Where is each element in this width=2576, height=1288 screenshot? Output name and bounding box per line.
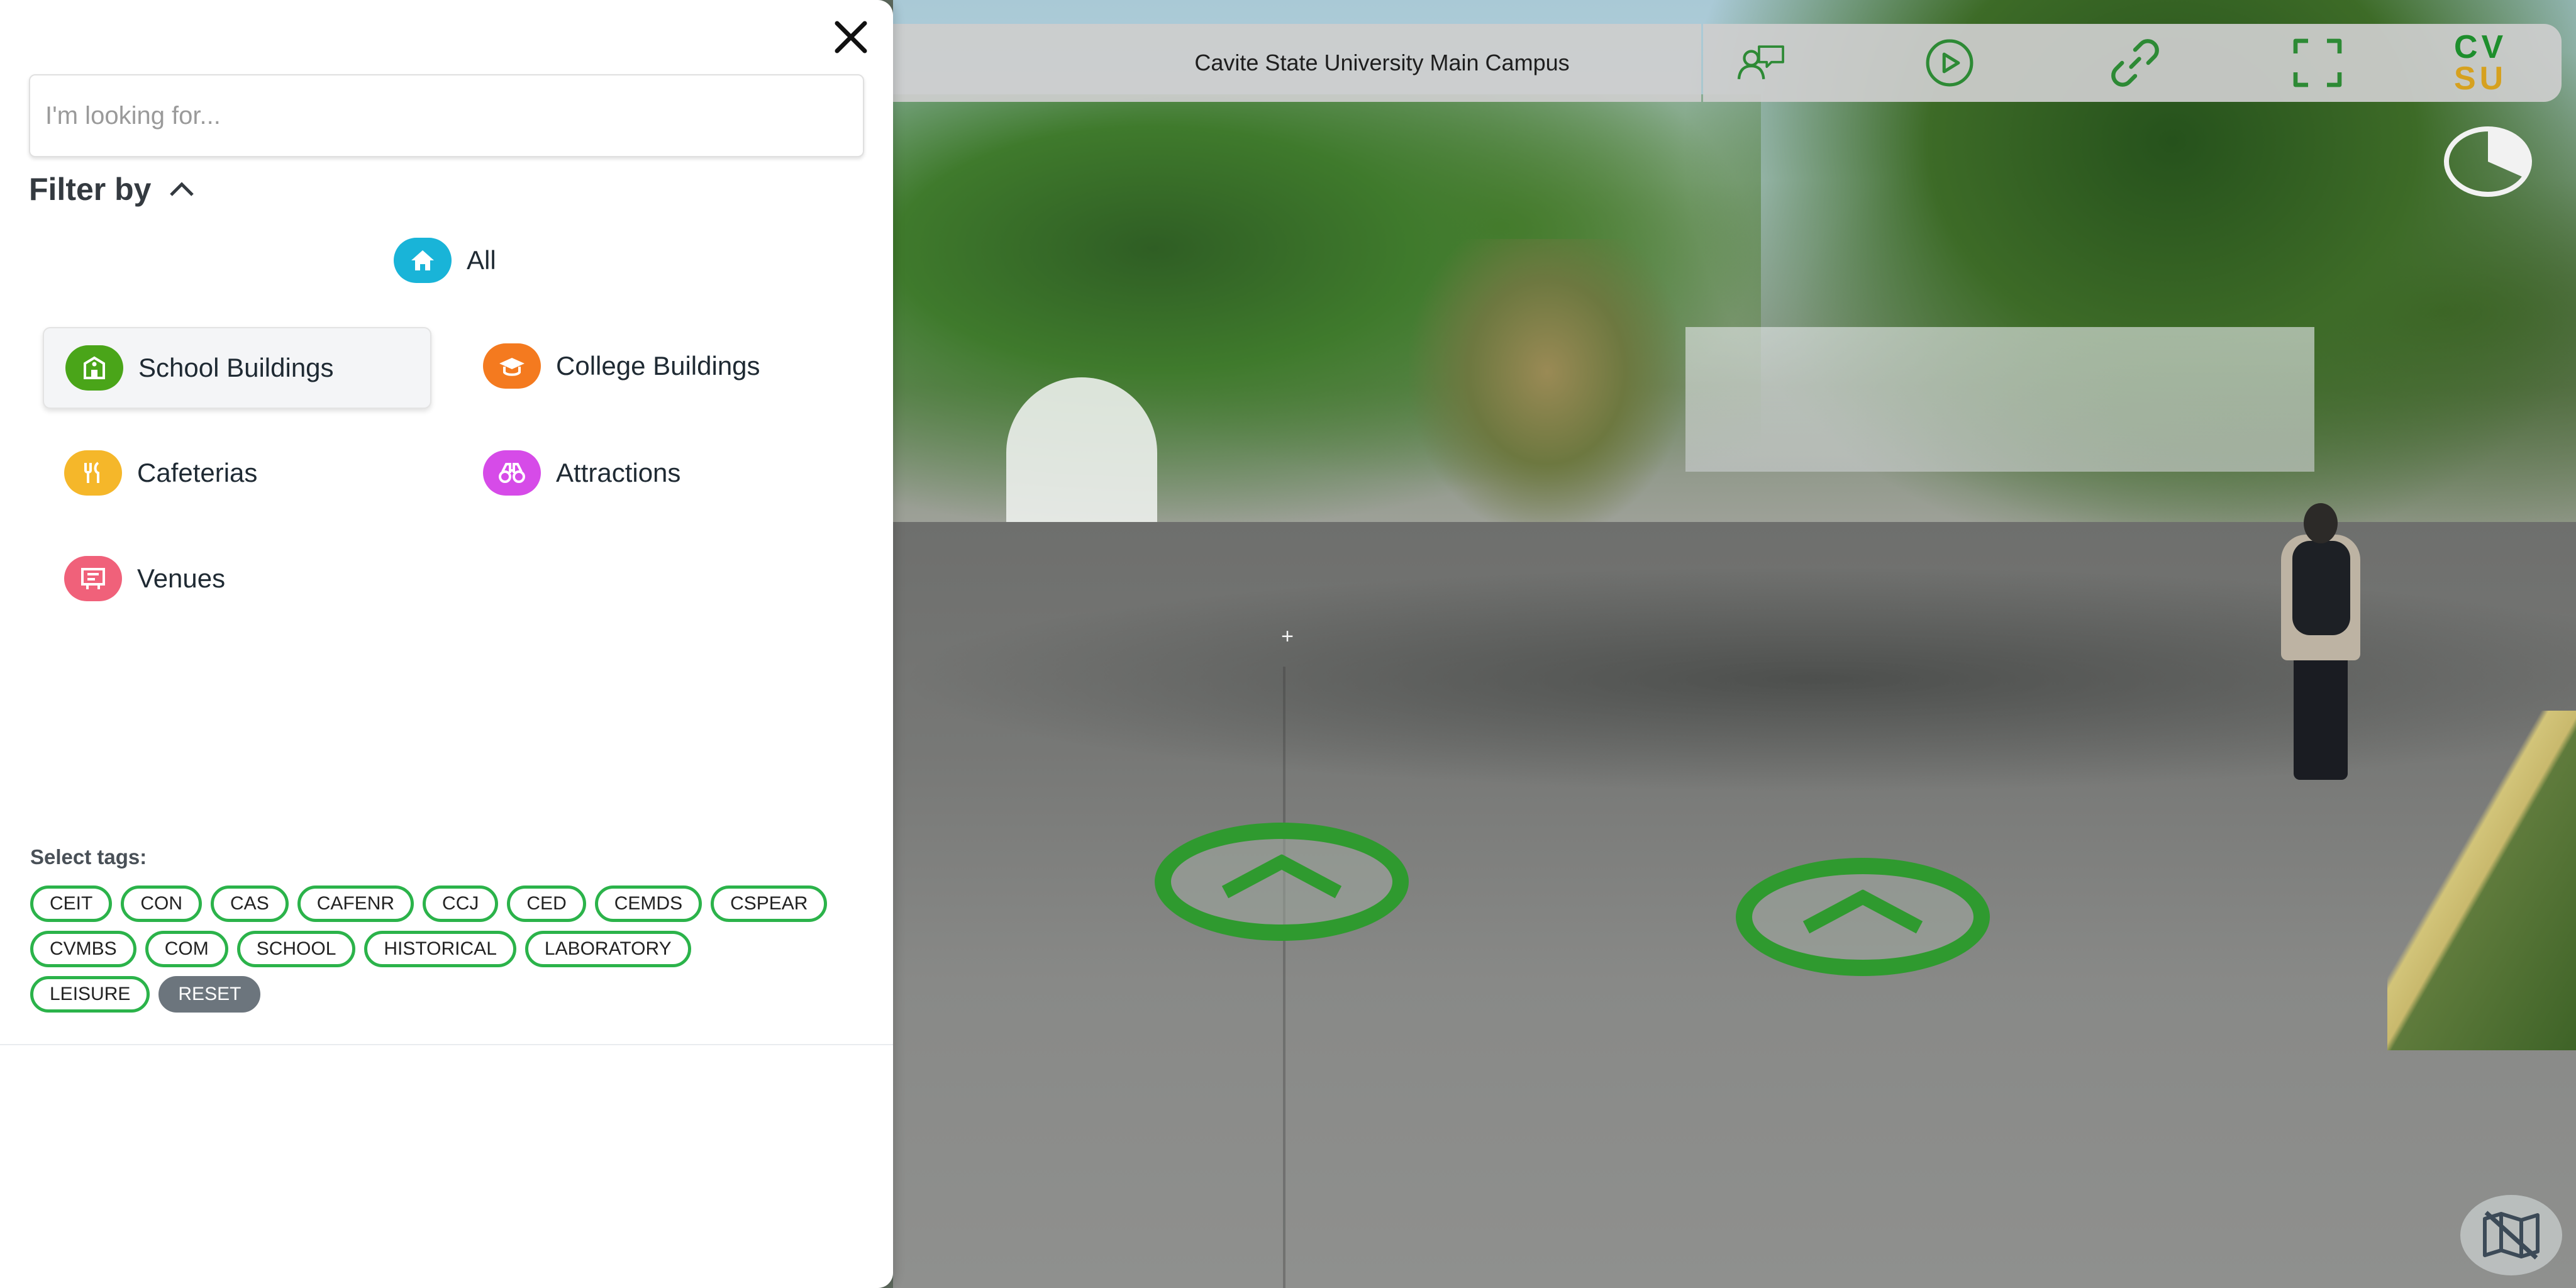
tag-laboratory[interactable]: LABORATORY: [525, 931, 691, 967]
category-college-buildings[interactable]: College Buildings: [483, 343, 760, 389]
crosshair-icon: +: [1281, 625, 1294, 648]
autoplay-button[interactable]: [1924, 38, 1975, 88]
category-label: Venues: [137, 564, 226, 593]
tag-list: CEIT CON CAS CAFENR CCJ CED CEMDS CSPEAR…: [30, 886, 873, 1021]
panorama-view[interactable]: [893, 0, 2576, 1288]
binoculars-icon: [483, 450, 541, 496]
tag-row: CEIT CON CAS CAFENR CCJ CED CEMDS CSPEAR: [30, 886, 873, 922]
tag-historical[interactable]: HISTORICAL: [364, 931, 516, 967]
category-school-buildings[interactable]: School Buildings: [43, 327, 431, 409]
chevron-up-icon: [170, 182, 194, 196]
map-off-icon: [2483, 1211, 2540, 1260]
category-attractions[interactable]: Attractions: [483, 450, 680, 496]
tag-row: LEISURE RESET: [30, 976, 873, 1013]
tag-row: CVMBS COM SCHOOL HISTORICAL LABORATORY: [30, 931, 873, 967]
chevron-up-icon: [1802, 889, 1923, 934]
close-icon: [835, 21, 867, 53]
close-button[interactable]: [829, 15, 873, 59]
tag-cemds[interactable]: CEMDS: [594, 886, 702, 922]
category-label: Attractions: [556, 458, 681, 487]
page-title: Cavite State University Main Campus: [1194, 50, 1570, 75]
chevron-up-icon: [1221, 854, 1342, 899]
filter-label: Filter by: [29, 172, 152, 207]
category-venues[interactable]: Venues: [64, 556, 225, 601]
guide-button[interactable]: [1736, 38, 1786, 88]
graduation-cap-icon: [483, 343, 541, 389]
play-icon: [1926, 39, 1974, 87]
tag-ced[interactable]: CED: [507, 886, 586, 922]
school-icon: [65, 345, 123, 391]
tag-school[interactable]: SCHOOL: [236, 931, 356, 967]
title-bar: Cavite State University Main Campus: [893, 24, 1701, 102]
tag-com[interactable]: COM: [145, 931, 228, 967]
navigation-hotspot[interactable]: [1736, 858, 1990, 976]
tag-con[interactable]: CON: [121, 886, 203, 922]
divider: [0, 1044, 893, 1045]
cvsu-logo: CV SU: [2454, 31, 2523, 97]
tag-leisure[interactable]: LEISURE: [30, 976, 150, 1013]
curb: [2387, 711, 2576, 1050]
category-label: College Buildings: [556, 351, 760, 380]
category-cafeterias[interactable]: Cafeterias: [64, 450, 257, 496]
category-label: All: [467, 245, 496, 275]
pedestrian: [2267, 503, 2374, 792]
reset-tags-button[interactable]: RESET: [158, 976, 261, 1013]
campus-gate: [1006, 377, 1157, 528]
palm-tree: [1409, 239, 1685, 535]
fullscreen-button[interactable]: [2292, 38, 2343, 88]
tag-ccj[interactable]: CCJ: [423, 886, 499, 922]
tags-label: Select tags:: [30, 845, 147, 869]
category-label: Cafeterias: [137, 458, 258, 487]
tag-cas[interactable]: CAS: [211, 886, 289, 922]
filter-toggle[interactable]: Filter by: [29, 169, 195, 210]
venue-icon: [64, 556, 122, 601]
tag-ceit[interactable]: CEIT: [30, 886, 113, 922]
category-label: School Buildings: [138, 353, 334, 382]
share-link-button[interactable]: [2110, 38, 2160, 88]
utensils-icon: [64, 450, 122, 496]
road-line: [1283, 667, 1285, 1288]
filter-panel: Filter by All School Buildings College B…: [0, 0, 893, 1288]
tag-cvmbs[interactable]: CVMBS: [30, 931, 136, 967]
compass-icon[interactable]: [2443, 126, 2533, 198]
search-input[interactable]: [29, 74, 864, 157]
fullscreen-icon: [2293, 38, 2342, 87]
tag-cafenr[interactable]: CAFENR: [297, 886, 414, 922]
home-icon: [394, 238, 452, 283]
tag-cspear[interactable]: CSPEAR: [711, 886, 828, 922]
link-icon: [2111, 39, 2159, 87]
category-all[interactable]: All: [394, 238, 496, 283]
map-toggle-button[interactable]: [2460, 1195, 2562, 1275]
building: [1685, 327, 2314, 472]
navigation-hotspot[interactable]: [1155, 823, 1409, 941]
logo-line-1: CV: [2454, 29, 2507, 65]
logo-line-2: SU: [2454, 60, 2507, 97]
guide-icon: [1737, 45, 1784, 80]
